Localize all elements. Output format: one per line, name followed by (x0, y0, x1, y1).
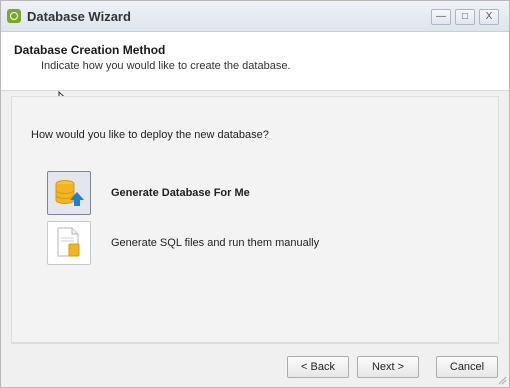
close-button[interactable]: X (479, 9, 499, 25)
database-wizard-window: Database Wizard — □ X Database Creation … (0, 0, 510, 388)
database-upload-icon (55, 180, 84, 206)
generate-sql-label[interactable]: Generate SQL files and run them manually (111, 237, 319, 249)
footer-divider (11, 343, 499, 344)
maximize-button[interactable]: □ (455, 9, 475, 25)
window-title: Database Wizard (27, 9, 131, 24)
app-icon (7, 9, 21, 23)
wizard-header: Database Creation Method Indicate how yo… (1, 32, 509, 91)
page-title: Database Creation Method (14, 43, 166, 57)
cancel-button[interactable]: Cancel (436, 356, 498, 378)
generate-database-label[interactable]: Generate Database For Me (111, 187, 250, 199)
back-button[interactable]: < Back (287, 356, 349, 378)
sql-file-icon (57, 227, 80, 257)
page-subtitle: Indicate how you would like to create th… (41, 60, 291, 72)
generate-database-button[interactable] (47, 171, 91, 215)
minimize-button[interactable]: — (431, 9, 451, 25)
generate-sql-button[interactable] (47, 221, 91, 265)
deploy-question: How would you like to deploy the new dat… (31, 129, 269, 141)
resize-grip-icon[interactable] (497, 375, 507, 385)
title-bar[interactable]: Database Wizard — □ X (1, 1, 509, 32)
next-button[interactable]: Next > (357, 356, 419, 378)
